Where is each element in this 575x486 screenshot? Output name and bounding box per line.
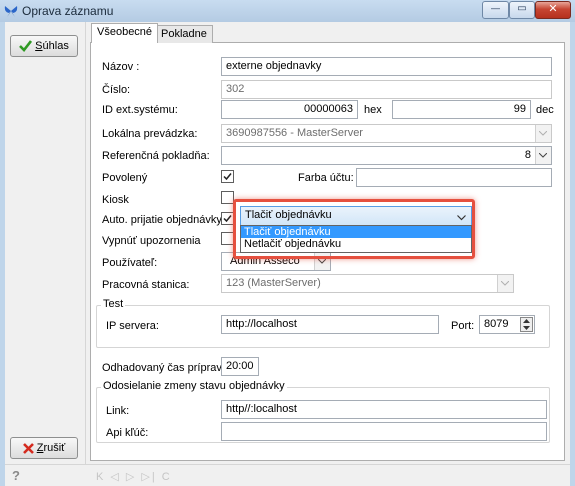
workstation-value: 123 (MasterServer) [226,277,321,289]
close-button[interactable]: ✕ [535,1,571,19]
user-label: Používateľ: [102,257,158,269]
check-icon [223,215,232,223]
link-input[interactable]: http//:localhost [221,400,547,419]
kiosk-label: Kiosk [102,194,129,206]
red-x-icon [22,442,34,454]
account-color-input[interactable] [356,168,552,187]
close-icon: ✕ [548,3,558,15]
port-label: Port: [451,320,475,332]
chevron-down-icon[interactable] [535,147,551,164]
cancel-label: Zrušiť [36,442,66,454]
dec-label: dec [536,104,554,116]
record-navigation-icons: K ◁ ▷ ▷| C [96,471,172,483]
help-icon[interactable]: ? [12,468,20,483]
hex-label: hex [364,104,382,116]
status-bar [5,464,570,486]
api-key-input[interactable] [221,422,547,441]
ext-id-label: ID ext.systému: [102,104,178,116]
app-butterfly-icon [4,4,18,18]
ext-id-dec-input[interactable]: 99 [392,100,531,119]
port-spinbox[interactable]: 8079 [479,315,535,334]
enabled-checkbox[interactable] [221,170,234,183]
test-group-title: Test [101,298,126,310]
local-store-select: 3690987556 - MasterServer [221,124,552,143]
local-store-label: Lokálna prevádzka: [102,128,198,140]
order-print-select[interactable]: Tlačiť objednávku [240,206,472,226]
option-no-print-order[interactable]: Netlačiť objednávku [241,238,471,250]
disable-notify-label: Vypnúť upozornenia [102,235,201,247]
spinner-arrows-icon[interactable] [520,317,533,332]
order-print-options-list: Tlačiť objednávku Netlačiť objednávku [240,225,472,253]
maximize-button[interactable]: ▭ [509,1,535,19]
minimize-button[interactable]: — [482,1,509,19]
left-button-panel [5,22,86,464]
ip-server-label: IP servera: [106,320,159,332]
tab-cash-registers[interactable]: Pokladne [155,25,213,43]
name-label: Názov : [102,61,140,73]
name-input[interactable]: externe objednavky [221,57,552,76]
tab-general[interactable]: Všeobecné [91,23,159,43]
cancel-button[interactable]: Zrušiť [10,437,78,459]
option-print-order[interactable]: Tlačiť objednávku [241,226,471,238]
chevron-down-icon[interactable] [457,212,466,224]
ref-cash-label: Referenčná pokladňa: [102,150,210,162]
check-icon [223,173,232,181]
ref-cash-select[interactable]: 8 [221,146,552,165]
minimize-icon: — [491,3,500,13]
chevron-down-icon [497,275,513,292]
number-input: 302 [221,80,552,99]
workstation-label: Pracovná stanica: [102,279,190,291]
link-label: Link: [106,405,130,417]
prep-time-label: Odhadovaný čas prípravy: [102,362,231,374]
window-title: Oprava záznamu [22,4,114,18]
ok-label: Súhlas [35,40,69,52]
checkmark-icon [19,40,33,52]
prep-time-input[interactable]: 20:00 [221,357,259,376]
port-value: 8079 [484,318,509,330]
workstation-select: 123 (MasterServer) [221,274,514,293]
ref-cash-value: 8 [524,149,531,161]
ext-id-hex-input[interactable]: 00000063 [221,100,358,119]
chevron-down-icon [535,125,551,142]
ip-server-input[interactable]: http://localhost [221,315,439,334]
number-label: Číslo: [102,84,131,96]
api-key-label: Api kľúč: [106,427,149,439]
account-color-label: Farba účtu: [298,172,354,184]
status-change-group-title: Odosielanie zmeny stavu objednávky [101,380,287,392]
ok-button[interactable]: Súhlas [10,35,78,57]
maximize-icon: ▭ [517,3,527,14]
enabled-label: Povolený [102,172,148,184]
local-store-value: 3690987556 - MasterServer [226,127,363,139]
auto-accept-label: Auto. prijatie objednávky [102,214,222,226]
order-print-value: Tlačiť objednávku [245,209,332,221]
